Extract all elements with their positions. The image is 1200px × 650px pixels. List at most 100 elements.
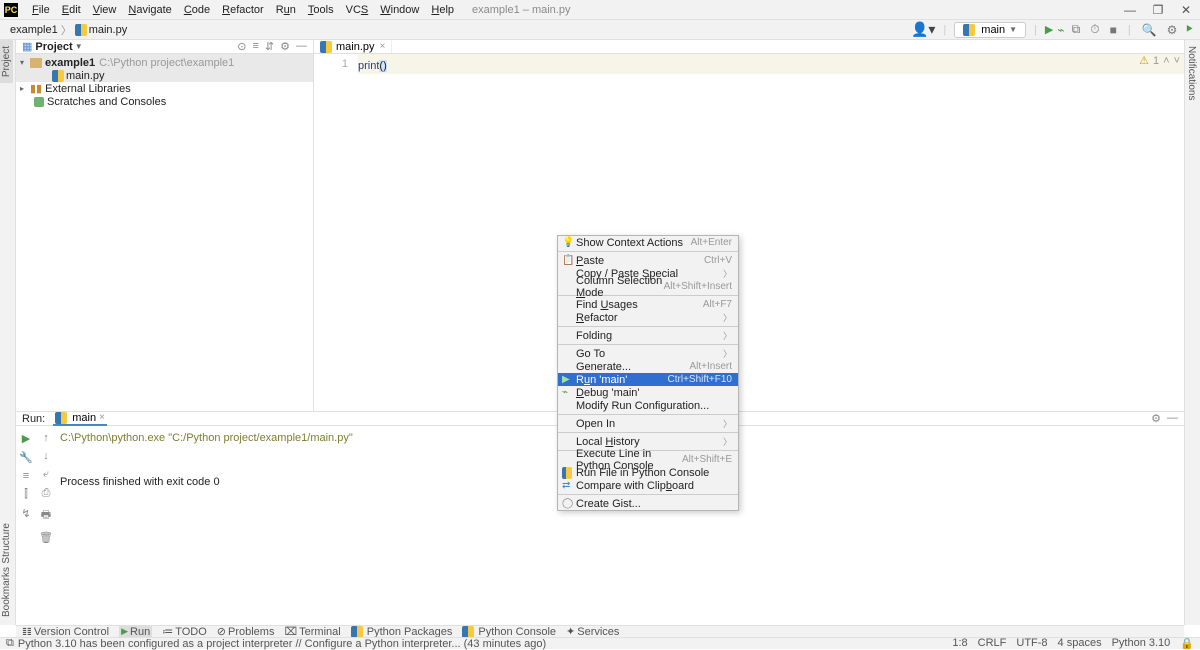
code-keyword: print bbox=[358, 60, 379, 72]
menu-window[interactable]: Window bbox=[374, 2, 425, 18]
chevron-up-icon[interactable]: ˄ bbox=[1163, 55, 1169, 67]
tab-run[interactable]: ▶ Run bbox=[119, 626, 152, 638]
ctx-run-main[interactable]: ▶Run 'main'Ctrl+Shift+F10 bbox=[558, 373, 738, 386]
menu-help[interactable]: Help bbox=[425, 2, 460, 18]
menu-code[interactable]: Code bbox=[178, 2, 216, 18]
status-caret-pos[interactable]: 1:8 bbox=[952, 637, 967, 650]
down-icon[interactable]: ↓ bbox=[43, 450, 49, 462]
editor-inspection-widget[interactable]: ⚠ 1 ˄ ˅ bbox=[1139, 54, 1180, 67]
ctx-create-gist[interactable]: ◯Create Gist... bbox=[558, 497, 738, 510]
menu-refactor[interactable]: Refactor bbox=[216, 2, 270, 18]
menu-edit[interactable]: Edit bbox=[56, 2, 87, 18]
coverage-button[interactable]: ⧉ bbox=[1069, 22, 1084, 37]
ctx-paste[interactable]: 📋PasteCtrl+V bbox=[558, 254, 738, 267]
menu-file[interactable]: File bbox=[26, 2, 56, 18]
editor-context-menu: 💡Show Context ActionsAlt+Enter 📋PasteCtr… bbox=[557, 235, 739, 511]
python-file-icon bbox=[320, 41, 332, 53]
scratch-icon bbox=[34, 97, 44, 107]
run-tab[interactable]: main × bbox=[53, 412, 107, 426]
code-line[interactable]: print() bbox=[358, 54, 1184, 74]
menu-view[interactable]: View bbox=[87, 2, 123, 18]
editor-tab-main[interactable]: main.py × bbox=[314, 40, 392, 53]
profile-button[interactable]: ⏱ bbox=[1087, 22, 1102, 37]
collapse-all-icon[interactable]: ⇵ bbox=[265, 40, 274, 53]
status-interpreter[interactable]: Python 3.10 bbox=[1112, 637, 1171, 650]
project-tool-tab[interactable]: Project bbox=[0, 40, 13, 83]
menu-tools[interactable]: Tools bbox=[302, 2, 340, 18]
menu-navigate[interactable]: Navigate bbox=[122, 2, 177, 18]
tool-icon[interactable]: 🔧 bbox=[19, 451, 33, 464]
project-title[interactable]: Project bbox=[35, 41, 72, 53]
notifications-tool-tab[interactable]: Notifications bbox=[1185, 40, 1198, 106]
up-icon[interactable]: ↑ bbox=[43, 432, 49, 444]
ctx-execute-line[interactable]: Execute Line in Python ConsoleAlt+Shift+… bbox=[558, 453, 738, 466]
wrap-icon[interactable]: ⤶ bbox=[43, 468, 49, 481]
ctx-modify-run-config[interactable]: Modify Run Configuration... bbox=[558, 399, 738, 412]
project-name: example1 bbox=[45, 57, 95, 69]
run-settings-icon[interactable]: ⚙ bbox=[1151, 412, 1161, 425]
chevron-down-icon[interactable]: ˅ bbox=[1174, 55, 1180, 67]
ctx-debug-main[interactable]: ⌁Debug 'main' bbox=[558, 386, 738, 399]
minimize-button[interactable]: — bbox=[1116, 3, 1144, 17]
close-button[interactable]: ✕ bbox=[1172, 3, 1200, 17]
expand-toggle-icon[interactable]: ▸ bbox=[20, 84, 30, 93]
clear-icon[interactable]: 🗑 bbox=[39, 531, 53, 544]
menu-vcs[interactable]: VCS bbox=[340, 2, 375, 18]
breadcrumb-file[interactable]: main.py bbox=[89, 24, 128, 36]
run-anything-icon[interactable]: ⯈ bbox=[1184, 22, 1194, 37]
status-indent[interactable]: 4 spaces bbox=[1058, 637, 1102, 650]
ctx-run-file-console[interactable]: Run File in Python Console bbox=[558, 466, 738, 479]
scroll-icon[interactable]: ⎙ bbox=[42, 487, 51, 500]
tree-root[interactable]: ▾ example1 C:\Python project\example1 bbox=[16, 56, 313, 69]
ctx-find-usages[interactable]: Find UsagesAlt+F7 bbox=[558, 298, 738, 311]
status-panel-toggle-icon[interactable]: ⧉ bbox=[6, 637, 14, 650]
expand-all-icon[interactable]: ≡ bbox=[252, 40, 258, 53]
tab-python-packages[interactable]: Python Packages bbox=[351, 626, 453, 638]
ctx-compare-clipboard[interactable]: ⇄Compare with Clipboard bbox=[558, 479, 738, 492]
folder-icon bbox=[30, 58, 42, 68]
run-config-selector[interactable]: main ▼ bbox=[954, 22, 1026, 38]
tree-ext-libraries[interactable]: ▸ ▮▮ External Libraries bbox=[16, 82, 313, 95]
select-opened-icon[interactable]: ⊙ bbox=[237, 40, 246, 53]
ctx-refactor[interactable]: Refactor〉 bbox=[558, 311, 738, 324]
close-tab-icon[interactable]: × bbox=[99, 412, 105, 423]
hide-icon[interactable]: — bbox=[296, 40, 307, 53]
file-name: main.py bbox=[66, 70, 105, 82]
debug-button[interactable]: ⌁ bbox=[1057, 23, 1064, 37]
chevron-down-icon[interactable]: ▼ bbox=[75, 42, 83, 51]
tab-python-console[interactable]: Python Console bbox=[462, 626, 556, 638]
status-message[interactable]: Python 3.10 has been configured as a pro… bbox=[18, 638, 546, 650]
ctx-column-selection[interactable]: Column Selection ModeAlt+Shift+Insert bbox=[558, 280, 738, 293]
run-button[interactable]: ▶ bbox=[1045, 23, 1053, 36]
hide-icon[interactable]: — bbox=[1167, 412, 1178, 425]
tree-file[interactable]: main.py bbox=[16, 69, 313, 82]
settings-icon[interactable]: ⚙ bbox=[1164, 23, 1181, 37]
ctx-local-history[interactable]: Local History〉 bbox=[558, 435, 738, 448]
ctx-open-in[interactable]: Open In〉 bbox=[558, 417, 738, 430]
editor-body[interactable]: 1 print() ⚠ 1 ˄ ˅ bbox=[314, 54, 1184, 411]
ctx-generate[interactable]: Generate...Alt+Insert bbox=[558, 360, 738, 373]
settings-icon[interactable]: ⚙ bbox=[280, 40, 290, 53]
search-icon[interactable]: 🔍 bbox=[1139, 23, 1160, 37]
tree-scratches[interactable]: Scratches and Consoles bbox=[16, 95, 313, 108]
status-encoding[interactable]: UTF-8 bbox=[1016, 637, 1047, 650]
ctx-folding[interactable]: Folding〉 bbox=[558, 329, 738, 342]
status-lock-icon[interactable]: 🔒 bbox=[1180, 637, 1194, 650]
stop-icon[interactable]: ≡ bbox=[23, 470, 29, 482]
status-line-ending[interactable]: CRLF bbox=[978, 637, 1007, 650]
maximize-button[interactable]: ❐ bbox=[1144, 3, 1172, 17]
ctx-goto[interactable]: Go To〉 bbox=[558, 347, 738, 360]
bookmarks-tool-tab[interactable]: Bookmarks bbox=[0, 561, 13, 623]
breadcrumb-project[interactable]: example1 bbox=[10, 24, 58, 36]
layout-icon[interactable]: ⫿ bbox=[24, 488, 28, 501]
project-tree: ▾ example1 C:\Python project\example1 ma… bbox=[16, 54, 313, 108]
user-icon[interactable]: 👤▾ bbox=[911, 21, 935, 38]
close-tab-icon[interactable]: × bbox=[380, 41, 386, 52]
stop-button[interactable]: ■ bbox=[1107, 23, 1120, 37]
exit-icon[interactable]: ↯ bbox=[21, 507, 30, 520]
print-icon[interactable]: 🖶 bbox=[41, 506, 51, 525]
menu-run[interactable]: Run bbox=[270, 2, 302, 18]
expand-toggle-icon[interactable]: ▾ bbox=[20, 58, 30, 67]
rerun-icon[interactable]: ▶ bbox=[22, 432, 30, 445]
ctx-show-actions[interactable]: 💡Show Context ActionsAlt+Enter bbox=[558, 236, 738, 249]
